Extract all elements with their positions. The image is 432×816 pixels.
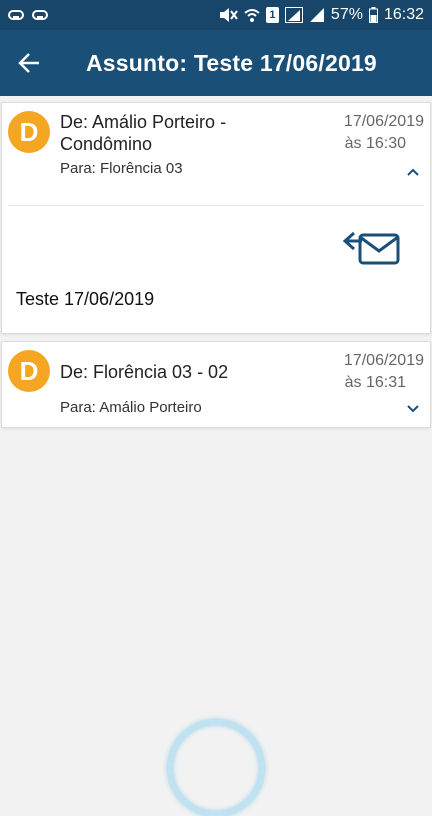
battery-percent: 57% [330, 6, 363, 23]
avatar: D [8, 111, 50, 153]
message-date: 17/06/2019 às 16:31 [314, 350, 424, 394]
back-button[interactable] [0, 30, 58, 96]
avatar: D [8, 350, 50, 392]
signal-icon [284, 7, 303, 23]
message-card[interactable]: D De: Florência 03 - 02 Para: Amálio Por… [1, 341, 431, 428]
time-text: às 16:30 [344, 135, 406, 152]
recipient: Para: Florência 03 [60, 160, 183, 177]
sender: De: Florência 03 - 02 [60, 362, 229, 382]
status-left [8, 10, 48, 20]
voicemail-icon [32, 10, 48, 20]
clock: 16:32 [383, 6, 424, 23]
signal-strength-icon [309, 8, 324, 22]
chevron-up-icon[interactable] [406, 167, 420, 177]
date-text: 17/06/2019 [343, 352, 424, 369]
sim-icon: 1 [265, 7, 279, 23]
message-body: Teste 17/06/2019 [16, 289, 155, 309]
divider [8, 205, 424, 206]
chevron-down-icon[interactable] [406, 404, 420, 414]
battery-icon [368, 7, 378, 23]
status-bar: 1 57% 16:32 [0, 0, 432, 30]
sender: De: Amálio Porteiro - Condômino [60, 112, 227, 154]
reply-mail-icon[interactable] [342, 229, 402, 269]
loading-spinner [168, 720, 264, 816]
wifi-icon [244, 9, 260, 22]
app-bar: Assunto: Teste 17/06/2019 [0, 30, 432, 96]
status-right: 1 57% 16:32 [218, 6, 424, 24]
message-card[interactable]: D De: Amálio Porteiro - Condômino Para: … [1, 102, 431, 334]
recipient: Para: Amálio Porteiro [60, 399, 202, 416]
time-text: às 16:31 [344, 374, 406, 391]
back-arrow-icon [18, 53, 39, 73]
page-title: Assunto: Teste 17/06/2019 [86, 49, 377, 76]
message-date: 17/06/2019 às 16:30 [314, 111, 424, 155]
date-text: 17/06/2019 [343, 113, 424, 130]
voicemail-icon [8, 10, 24, 20]
mute-icon [219, 8, 238, 22]
